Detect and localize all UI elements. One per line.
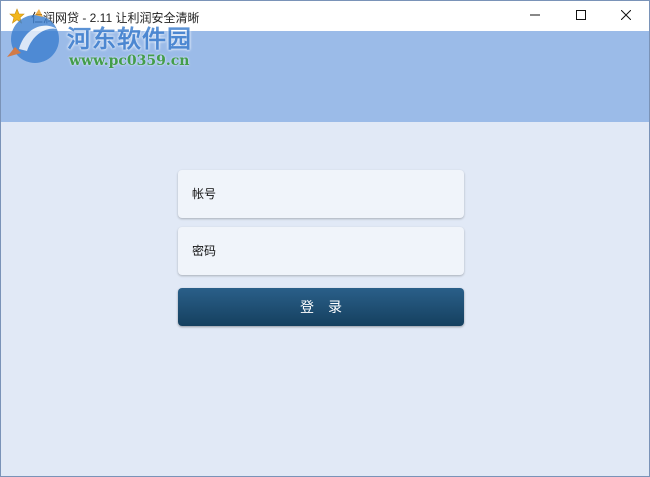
account-field[interactable] <box>178 170 464 218</box>
minimize-button[interactable] <box>512 1 558 31</box>
login-button[interactable]: 登录 <box>178 288 464 326</box>
title-bar[interactable]: 仁润网贷 - 2.11 让利润安全清晰 <box>1 1 649 31</box>
password-field[interactable] <box>178 227 464 275</box>
password-input[interactable] <box>178 227 464 275</box>
maximize-icon <box>576 7 586 25</box>
minimize-icon <box>530 7 540 25</box>
close-icon <box>620 7 632 25</box>
app-window: 仁润网贷 - 2.11 让利润安全清晰 河东软件园 www.pc0359.cn <box>0 0 650 477</box>
account-input[interactable] <box>178 170 464 218</box>
maximize-button[interactable] <box>558 1 604 31</box>
close-button[interactable] <box>603 1 649 31</box>
header-banner <box>1 31 649 122</box>
app-logo-icon <box>9 8 25 24</box>
window-title: 仁润网贷 - 2.11 让利润安全清晰 <box>31 11 200 25</box>
